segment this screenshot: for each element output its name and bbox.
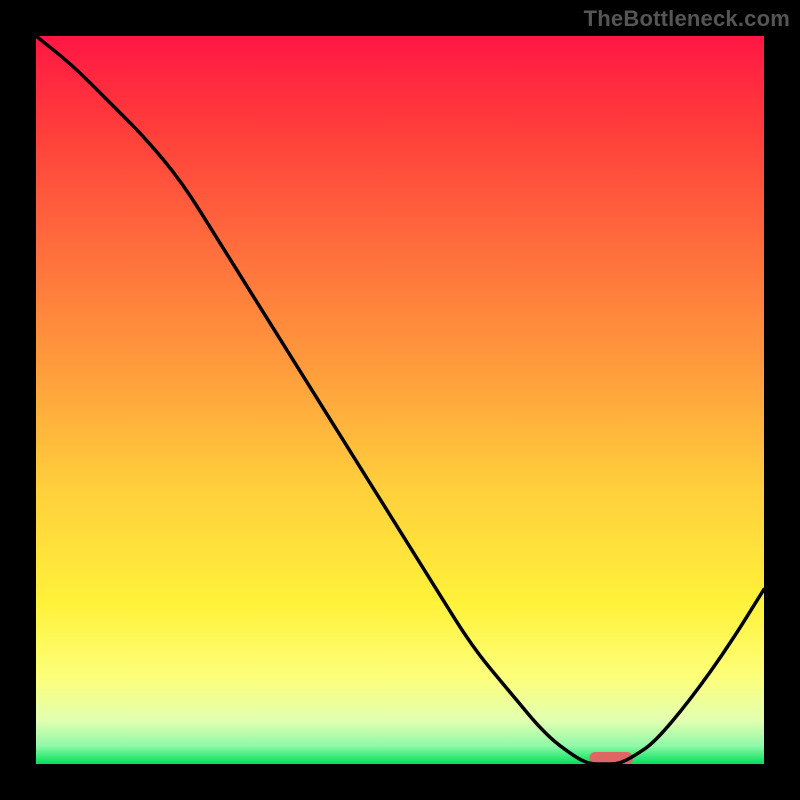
bottleneck-chart — [36, 36, 764, 764]
plot-area — [36, 36, 764, 764]
optimal-range-marker — [589, 752, 633, 764]
chart-frame: TheBottleneck.com — [0, 0, 800, 800]
gradient-background — [36, 36, 764, 764]
watermark-label: TheBottleneck.com — [584, 6, 790, 32]
